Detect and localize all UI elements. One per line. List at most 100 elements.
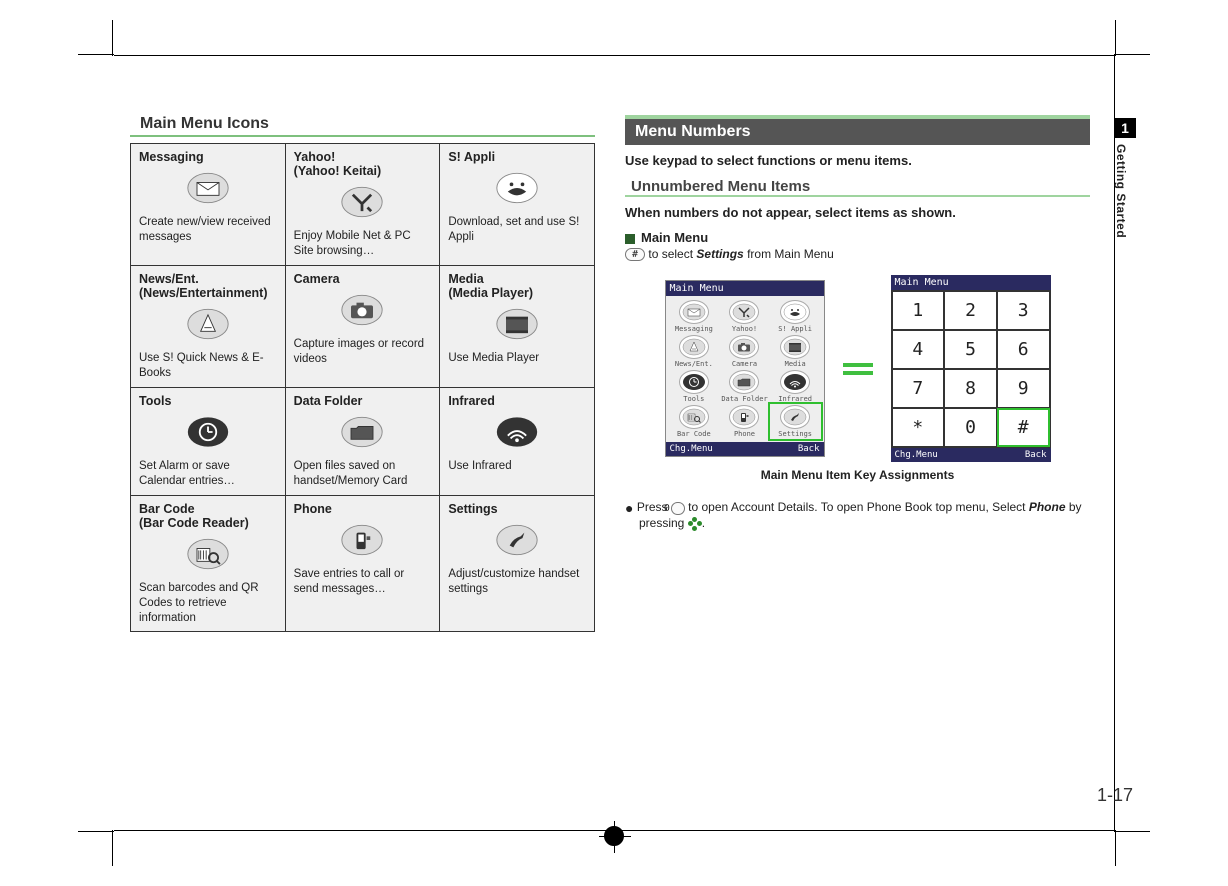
screen-item-icon bbox=[780, 370, 810, 394]
menu-icon-cell: Camera Capture images or record videos bbox=[285, 265, 440, 387]
data-icon bbox=[294, 414, 432, 453]
equals-icon bbox=[843, 363, 873, 375]
screen-menu-item: Settings bbox=[771, 405, 820, 438]
messaging-icon bbox=[139, 170, 277, 209]
screen-menu-item: Infrared bbox=[771, 370, 820, 403]
screen-menu-item: Tools bbox=[670, 370, 719, 403]
keypad-key: 6 bbox=[997, 330, 1050, 369]
menu-icon-title: Infrared bbox=[448, 394, 586, 408]
screen-item-label: Yahoo! bbox=[720, 325, 769, 333]
screen-item-label: Camera bbox=[720, 360, 769, 368]
infrared-icon bbox=[448, 414, 586, 453]
chapter-label: Getting Started bbox=[1114, 138, 1128, 238]
trim-line-top bbox=[114, 55, 1114, 56]
multi-selector-icon bbox=[688, 517, 702, 531]
crop-mark bbox=[112, 20, 113, 56]
key-assignment-diagram: Main Menu MessagingYahoo!S! Appli News/En… bbox=[625, 275, 1090, 462]
menu-icon-cell: Yahoo!(Yahoo! Keitai) Enjoy Mobile Net & … bbox=[285, 144, 440, 266]
menu-icon-cell: PhoneSave entries to call or send messag… bbox=[285, 495, 440, 632]
menu-icon-cell: Bar Code(Bar Code Reader) Scan barcodes a… bbox=[131, 495, 286, 632]
screen-item-icon bbox=[679, 405, 709, 429]
media-icon bbox=[448, 306, 586, 345]
crop-mark bbox=[78, 54, 114, 55]
screen-title: Main Menu bbox=[666, 281, 824, 296]
screen-item-icon bbox=[679, 335, 709, 359]
camera-icon bbox=[294, 292, 432, 331]
bar-icon bbox=[139, 536, 277, 575]
crop-mark bbox=[78, 831, 114, 832]
screen-item-label: Infrared bbox=[771, 395, 820, 403]
menu-icon-cell: S! Appli Download, set and use S! Appli bbox=[440, 144, 595, 266]
menu-icon-desc: Enjoy Mobile Net & PC Site browsing… bbox=[294, 229, 432, 259]
menu-icon-desc: Capture images or record videos bbox=[294, 337, 432, 367]
menu-icon-title: Bar Code(Bar Code Reader) bbox=[139, 502, 277, 530]
screen-item-icon bbox=[780, 405, 810, 429]
screen-menu-item: Data Folder bbox=[720, 370, 769, 403]
keypad-key: 0 bbox=[944, 408, 997, 447]
screen-item-icon bbox=[729, 300, 759, 324]
keypad-key: * bbox=[892, 408, 945, 447]
keypad-key: 2 bbox=[944, 291, 997, 330]
zero-keycap-icon: 0 bbox=[671, 502, 685, 515]
menu-icon-desc: Scan barcodes and QR Codes to retrieve i… bbox=[139, 581, 277, 626]
screen-menu-item: Media bbox=[771, 335, 820, 368]
crop-register bbox=[604, 826, 624, 846]
menu-icon-cell: Settings Adjust/customize handset setting… bbox=[440, 495, 595, 632]
keypad-title: Main Menu bbox=[891, 275, 1051, 290]
screen-item-label: Messaging bbox=[670, 325, 719, 333]
screen-item-label: Media bbox=[771, 360, 820, 368]
screen-item-icon bbox=[679, 370, 709, 394]
menu-icon-desc: Open files saved on handset/Memory Card bbox=[294, 459, 432, 489]
keypad-key: 9 bbox=[997, 369, 1050, 408]
menu-numbers-intro: Use keypad to select functions or menu i… bbox=[625, 153, 1090, 168]
menu-icon-desc: Save entries to call or send messages… bbox=[294, 567, 432, 597]
menu-icon-cell: ToolsSet Alarm or save Calendar entries… bbox=[131, 387, 286, 495]
crop-mark bbox=[1114, 54, 1150, 55]
screen-item-icon bbox=[780, 300, 810, 324]
bullet-icon: ● bbox=[625, 500, 633, 516]
screen-menu-item: S! Appli bbox=[771, 300, 820, 333]
menu-icon-title: Data Folder bbox=[294, 394, 432, 408]
unnumbered-intro: When numbers do not appear, select items… bbox=[625, 205, 1090, 220]
menu-icon-title: Yahoo!(Yahoo! Keitai) bbox=[294, 150, 432, 178]
menu-icon-cell: InfraredUse Infrared bbox=[440, 387, 595, 495]
softkey-right: Back bbox=[1025, 450, 1047, 460]
screen-menu-item: Camera bbox=[720, 335, 769, 368]
side-tab: 1 Getting Started bbox=[1114, 118, 1136, 238]
menu-icon-desc: Use Media Player bbox=[448, 351, 586, 366]
screen-item-label: Settings bbox=[771, 430, 820, 438]
hash-key-note: # to select Settings from Main Menu bbox=[625, 247, 1090, 261]
right-column: Menu Numbers Use keypad to select functi… bbox=[625, 115, 1090, 632]
screen-item-label: News/Ent. bbox=[670, 360, 719, 368]
crop-mark bbox=[1115, 20, 1116, 56]
keypad-key: 5 bbox=[944, 330, 997, 369]
menu-icon-cell: Media(Media Player)Use Media Player bbox=[440, 265, 595, 387]
crop-mark bbox=[1115, 830, 1116, 866]
keypad-key: # bbox=[997, 408, 1050, 447]
menu-icon-title: S! Appli bbox=[448, 150, 586, 164]
menu-icon-desc: Set Alarm or save Calendar entries… bbox=[139, 459, 277, 489]
unnumbered-heading: Unnumbered Menu Items bbox=[625, 178, 1090, 197]
softkey-right: Back bbox=[798, 444, 820, 454]
softkey-left: Chg.Menu bbox=[670, 444, 713, 454]
yahoo!-icon bbox=[294, 184, 432, 223]
screen-menu-item: Bar Code bbox=[670, 405, 719, 438]
keypad-key: 8 bbox=[944, 369, 997, 408]
settings-icon bbox=[448, 522, 586, 561]
keypad-mock: Main Menu 123456789*0# Chg.Menu Back bbox=[891, 275, 1051, 462]
screen-item-icon bbox=[679, 300, 709, 324]
menu-icon-desc: Use S! Quick News & E-Books bbox=[139, 351, 277, 381]
menu-icon-desc: Download, set and use S! Appli bbox=[448, 215, 586, 245]
menu-icon-title: Settings bbox=[448, 502, 586, 516]
menu-icon-title: Camera bbox=[294, 272, 432, 286]
screen-item-label: Phone bbox=[720, 430, 769, 438]
account-details-note: ● Press 0 to open Account Details. To op… bbox=[625, 500, 1090, 531]
menu-icon-cell: News/Ent.(News/Entertainment)Use S! Quic… bbox=[131, 265, 286, 387]
crop-mark bbox=[112, 830, 113, 866]
keypad-key: 3 bbox=[997, 291, 1050, 330]
keypad-key: 1 bbox=[892, 291, 945, 330]
softkey-left: Chg.Menu bbox=[895, 450, 938, 460]
screen-item-icon bbox=[729, 335, 759, 359]
menu-icon-desc: Adjust/customize handset settings bbox=[448, 567, 586, 597]
screen-item-icon bbox=[729, 370, 759, 394]
